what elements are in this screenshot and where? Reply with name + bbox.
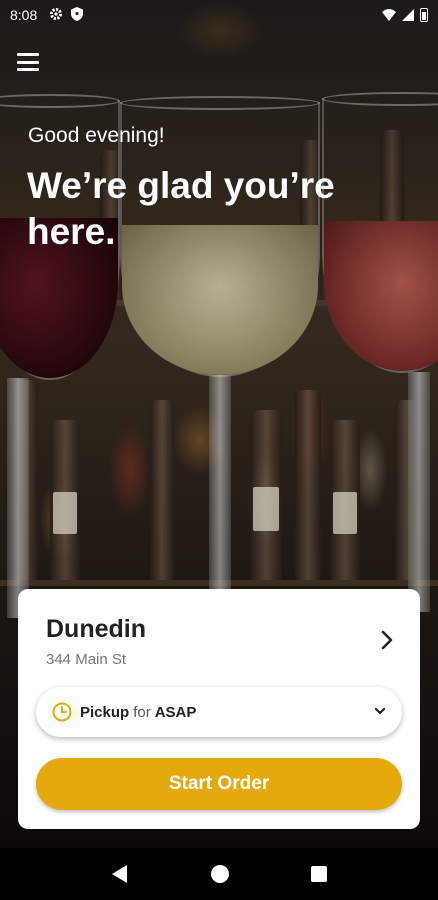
battery-icon	[420, 8, 428, 22]
location-name: Dunedin	[46, 615, 146, 643]
wifi-icon	[382, 9, 396, 21]
pickup-time-selector[interactable]: Pickup for ASAP	[36, 687, 402, 737]
chevron-right-icon[interactable]	[380, 629, 394, 651]
hamburger-menu-icon[interactable]	[17, 52, 39, 72]
pickup-mode: Pickup	[80, 703, 130, 721]
pickup-time: ASAP	[154, 703, 197, 721]
location-card: Dunedin 344 Main St Pickup for ASAP Star…	[18, 589, 420, 829]
clock-icon	[52, 702, 72, 722]
headline-text: We’re glad you’re here.	[27, 165, 335, 252]
shield-icon	[71, 6, 84, 24]
greeting-text: Good evening!	[28, 124, 165, 147]
recent-apps-icon[interactable]	[311, 866, 327, 882]
status-bar: 8:08	[0, 0, 438, 30]
location-address: 344 Main St	[46, 651, 127, 668]
chevron-down-icon[interactable]	[374, 706, 386, 716]
pickup-connector: for	[133, 703, 151, 721]
signal-icon	[402, 9, 414, 21]
system-nav-bar	[0, 848, 438, 900]
back-icon[interactable]	[111, 864, 129, 884]
gear-icon	[49, 7, 63, 24]
status-time: 8:08	[10, 7, 38, 23]
start-order-button[interactable]: Start Order	[36, 758, 402, 810]
home-icon[interactable]	[211, 865, 229, 883]
